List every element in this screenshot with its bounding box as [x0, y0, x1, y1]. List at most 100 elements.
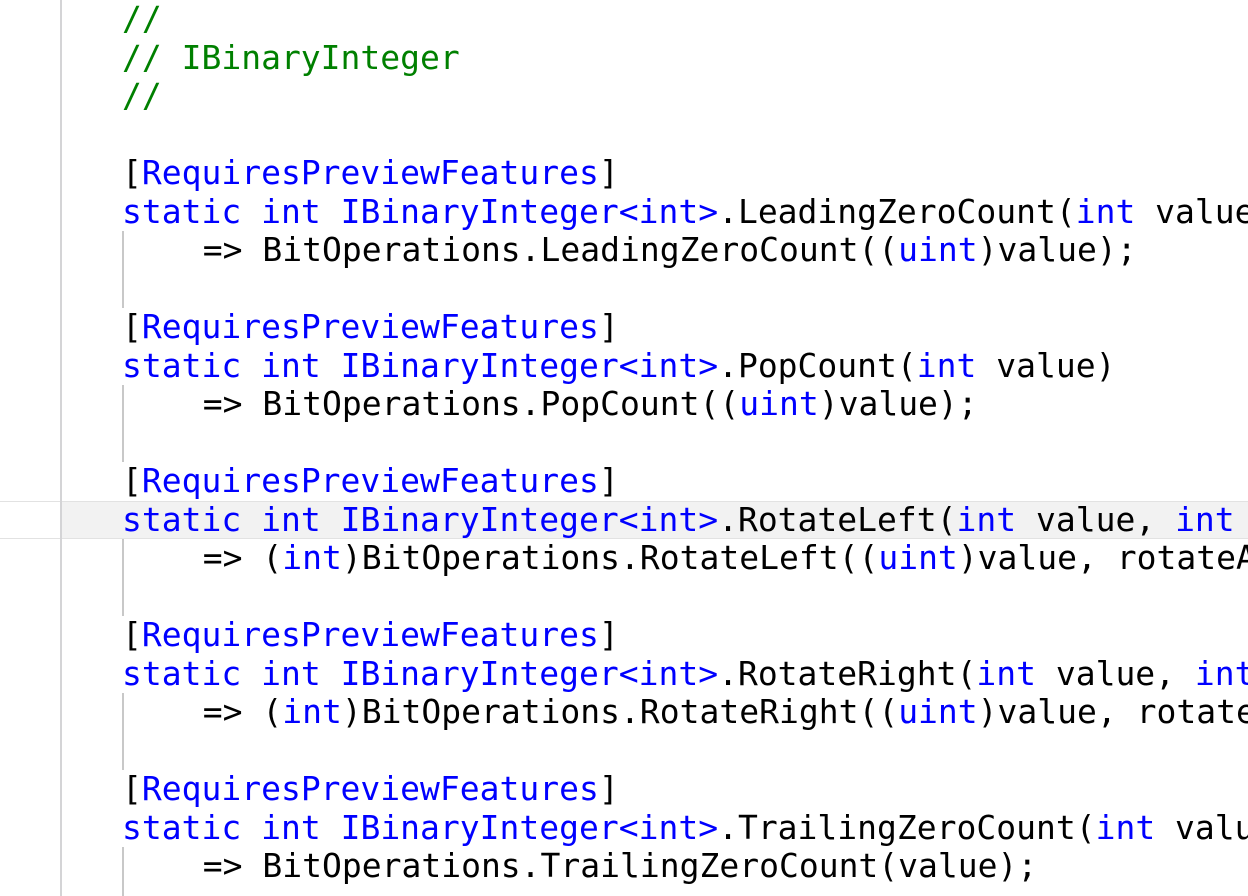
code-line[interactable]: static int IBinaryInteger<int>.TrailingZ…	[0, 807, 1248, 848]
code-token: static	[122, 807, 242, 847]
code-token: static	[122, 191, 242, 231]
code-line[interactable]: //	[0, 0, 1248, 39]
code-token: )value, rotateAmount);	[957, 538, 1248, 577]
code-line-text: => BitOperations.LeadingZeroCount((uint)…	[203, 230, 1137, 270]
code-line-text: [RequiresPreviewFeatures]	[122, 153, 619, 193]
code-line[interactable]: [RequiresPreviewFeatures]	[0, 307, 1248, 347]
code-token: value)	[976, 345, 1116, 385]
code-line[interactable]	[0, 424, 1248, 463]
code-token: ]	[598, 153, 619, 192]
code-text-surface[interactable]: //// IBinaryInteger//[RequiresPreviewFea…	[0, 0, 1248, 896]
code-line[interactable]	[0, 270, 1248, 309]
indent-guide-line	[122, 847, 124, 896]
code-token: IBinaryInteger<int>	[340, 807, 719, 847]
code-token: int	[261, 345, 321, 385]
code-line-text: => BitOperations.TrailingZeroCount(value…	[203, 846, 1037, 886]
code-line-text: static int IBinaryInteger<int>.LeadingZe…	[122, 191, 1248, 232]
code-token: RequiresPreviewFeatures	[141, 769, 599, 808]
code-editor[interactable]: //// IBinaryInteger//[RequiresPreviewFea…	[0, 0, 1248, 896]
code-line[interactable]: static int IBinaryInteger<int>.LeadingZe…	[0, 191, 1248, 232]
code-line-text: // IBinaryInteger	[122, 37, 460, 78]
code-token: IBinaryInteger<int>	[340, 499, 719, 539]
code-line[interactable]: static int IBinaryInteger<int>.RotateRig…	[0, 653, 1248, 694]
code-token: [	[122, 615, 142, 654]
code-line-text: => (int)BitOperations.RotateRight((uint)…	[202, 692, 1248, 732]
code-token: uint	[739, 384, 819, 423]
code-token: uint	[898, 230, 978, 269]
code-line[interactable]: [RequiresPreviewFeatures]	[0, 769, 1248, 809]
code-line[interactable]	[0, 732, 1248, 771]
code-token: static	[122, 499, 242, 539]
code-line[interactable]: => BitOperations.PopCount((uint)value);	[0, 384, 1248, 424]
code-line[interactable]: => BitOperations.TrailingZeroCount(value…	[0, 846, 1248, 886]
code-token: .RotateLeft(	[718, 499, 957, 539]
code-token: int	[261, 191, 321, 231]
code-token: value)	[1155, 191, 1248, 231]
code-line-text: => (int)BitOperations.RotateLeft((uint)v…	[202, 538, 1248, 578]
code-line[interactable]: => (int)BitOperations.RotateLeft((uint)v…	[0, 538, 1248, 578]
code-line-text: //	[122, 0, 162, 39]
code-line[interactable]: //	[0, 76, 1248, 116]
code-line-text: [RequiresPreviewFeatures]	[122, 769, 619, 809]
code-line[interactable]: [RequiresPreviewFeatures]	[0, 461, 1248, 501]
code-token: int	[261, 653, 321, 693]
code-line[interactable]: [RequiresPreviewFeatures]	[0, 615, 1248, 655]
indent-guide-line	[122, 385, 124, 462]
editor-gutter[interactable]	[0, 0, 60, 896]
code-token: uint	[878, 538, 958, 577]
code-token: int	[282, 538, 342, 577]
code-token: ]	[598, 615, 619, 654]
code-line-text: static int IBinaryInteger<int>.RotateRig…	[122, 653, 1248, 694]
code-token: int	[916, 345, 977, 385]
code-token: // IBinaryInteger	[122, 37, 460, 77]
code-token: .LeadingZeroCount(	[718, 191, 1076, 231]
code-token: static	[122, 653, 242, 693]
code-line-text: //	[122, 76, 162, 116]
code-token: static	[122, 345, 242, 385]
code-token: [	[122, 307, 142, 346]
code-token: IBinaryInteger<int>	[340, 191, 719, 231]
code-token: int	[261, 499, 321, 539]
code-line[interactable]: static int IBinaryInteger<int>.RotateLef…	[0, 499, 1248, 540]
current-line-gutter-marker	[0, 500, 60, 539]
code-token: )value, rotateAmount);	[977, 692, 1248, 731]
code-token: uint	[898, 692, 978, 731]
code-token: ]	[598, 307, 619, 346]
code-token: )BitOperations.RotateRight((	[341, 692, 899, 731]
code-token: int	[261, 807, 321, 847]
code-token: int	[1175, 499, 1235, 539]
code-token: value,	[1016, 499, 1176, 539]
code-token: ]	[598, 769, 619, 808]
code-token: int	[976, 653, 1036, 693]
code-token: int	[1194, 653, 1248, 693]
code-line[interactable]: [RequiresPreviewFeatures]	[0, 153, 1248, 193]
code-line[interactable]: // IBinaryInteger	[0, 37, 1248, 78]
code-line[interactable]: => BitOperations.LeadingZeroCount((uint)…	[0, 230, 1248, 270]
code-line[interactable]: static int IBinaryInteger<int>.PopCount(…	[0, 345, 1248, 386]
code-token: => (	[202, 538, 283, 577]
code-line[interactable]: => (int)BitOperations.RotateRight((uint)…	[0, 692, 1248, 732]
code-line-text: [RequiresPreviewFeatures]	[122, 615, 619, 655]
code-token: ]	[598, 461, 619, 500]
code-token: IBinaryInteger<int>	[340, 345, 719, 385]
code-token: .RotateRight(	[718, 653, 977, 693]
indent-guide-line	[122, 231, 124, 308]
code-line[interactable]	[0, 578, 1248, 617]
code-token: )value);	[818, 384, 978, 423]
code-token: RequiresPreviewFeatures	[141, 307, 599, 346]
code-token: => (	[202, 692, 283, 731]
code-token: RequiresPreviewFeatures	[141, 461, 599, 500]
code-token: rotateAmount)	[1235, 500, 1248, 539]
code-token: //	[122, 76, 162, 115]
code-line[interactable]	[0, 116, 1248, 155]
code-token: RequiresPreviewFeatures	[141, 615, 599, 654]
code-token: IBinaryInteger<int>	[340, 653, 719, 693]
